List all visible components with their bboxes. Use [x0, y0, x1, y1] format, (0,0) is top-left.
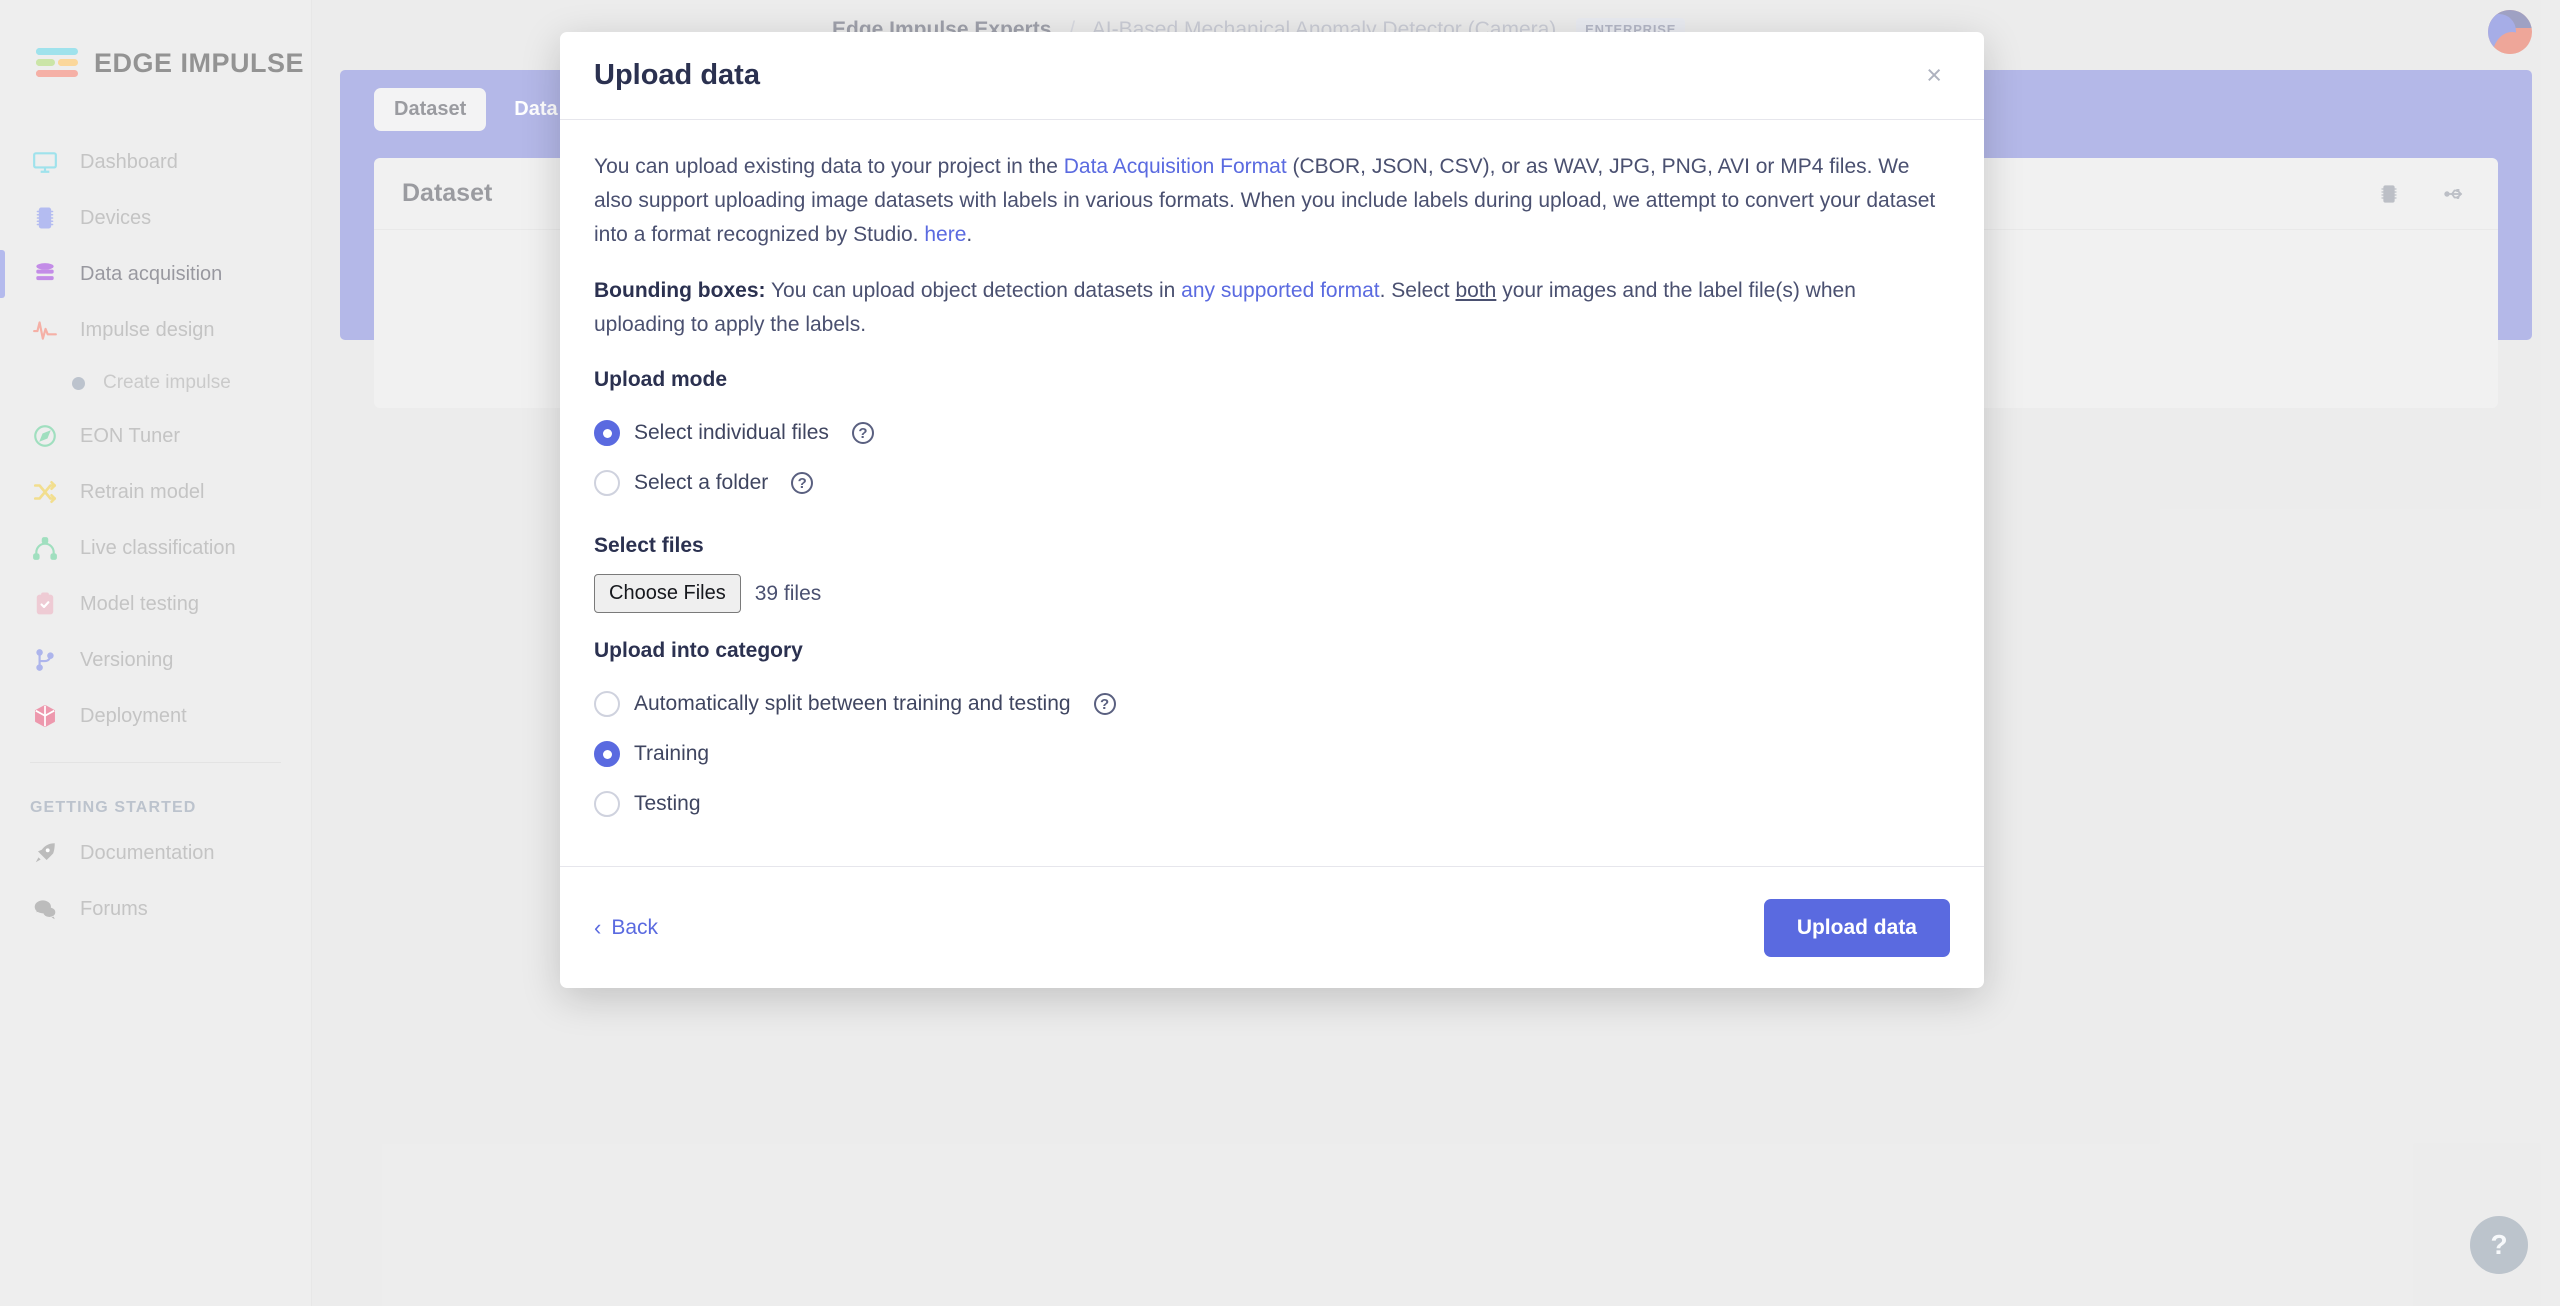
- radio-label: Select a folder: [634, 471, 769, 495]
- radio-select-a-folder[interactable]: Select a folder ?: [594, 458, 1950, 508]
- back-button[interactable]: ‹ Back: [594, 916, 658, 940]
- modal-footer: ‹ Back Upload data: [560, 866, 1984, 988]
- back-button-label: Back: [611, 915, 659, 939]
- radio-label: Automatically split between training and…: [634, 692, 1071, 716]
- radio-indicator[interactable]: [594, 470, 620, 497]
- chevron-left-icon: ‹: [594, 914, 602, 940]
- app-root: EDGE IMPULSE Dashboard Devices: [0, 0, 2560, 1306]
- select-files-label: Select files: [594, 534, 704, 558]
- radio-automatically-split[interactable]: Automatically split between training and…: [594, 679, 1950, 729]
- file-count-label: 39 files: [754, 581, 822, 605]
- radio-training[interactable]: Training: [594, 729, 1950, 779]
- bb-text-1: You can upload object detection datasets…: [765, 279, 1182, 303]
- radio-label: Testing: [634, 792, 701, 816]
- any-supported-format-link[interactable]: any supported format: [1181, 279, 1379, 302]
- intro-text-3: .: [966, 223, 973, 247]
- radio-indicator[interactable]: [594, 791, 620, 818]
- radio-testing[interactable]: Testing: [594, 779, 1950, 829]
- radio-label: Select individual files: [634, 421, 829, 445]
- help-icon[interactable]: ?: [791, 472, 814, 495]
- bb-emphasis-both: both: [1455, 279, 1497, 303]
- intro-text-1: You can upload existing data to your pro…: [594, 155, 1064, 178]
- upload-mode-label: Upload mode: [594, 368, 728, 392]
- bounding-boxes-paragraph: Bounding boxes: You can upload object de…: [594, 274, 1950, 342]
- choose-files-button[interactable]: Choose Files: [594, 574, 741, 614]
- radio-indicator[interactable]: [594, 691, 620, 718]
- upload-into-category-label: Upload into category: [594, 639, 803, 663]
- modal-title: Upload data: [594, 59, 760, 91]
- bounding-boxes-label: Bounding boxes:: [594, 279, 766, 303]
- bb-text-2: . Select: [1379, 279, 1456, 303]
- radio-select-individual-files[interactable]: Select individual files ?: [594, 408, 1950, 458]
- upload-data-button[interactable]: Upload data: [1763, 898, 1950, 957]
- modal-header: Upload data ×: [560, 32, 1984, 120]
- help-icon[interactable]: ?: [851, 422, 874, 445]
- close-icon[interactable]: ×: [1918, 56, 1950, 95]
- modal-body: You can upload existing data to your pro…: [560, 120, 1984, 866]
- here-link[interactable]: here: [924, 223, 966, 246]
- upload-data-modal: Upload data × You can upload existing da…: [560, 32, 1984, 988]
- radio-indicator[interactable]: [594, 420, 620, 447]
- intro-paragraph: You can upload existing data to your pro…: [594, 150, 1950, 252]
- radio-indicator[interactable]: [594, 741, 620, 768]
- data-acquisition-format-link[interactable]: Data Acquisition Format: [1064, 155, 1287, 178]
- file-input-row: Choose Files 39 files: [594, 574, 1950, 614]
- help-icon[interactable]: ?: [1093, 693, 1116, 716]
- radio-label: Training: [634, 742, 710, 766]
